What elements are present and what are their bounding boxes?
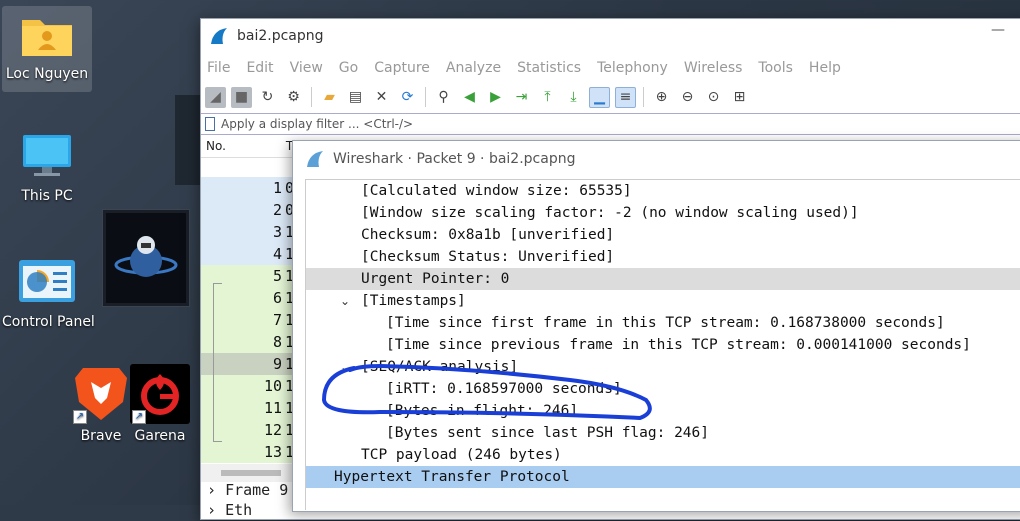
display-filter-input[interactable]: Apply a display filter ... <Ctrl-/> bbox=[221, 117, 413, 131]
menu-help[interactable]: Help bbox=[809, 60, 841, 76]
packet-window-title: Wireshark · Packet 9 · bai2.pcapng bbox=[333, 151, 576, 167]
desktop-icon-label: Loc Nguyen bbox=[5, 66, 89, 82]
packet-row[interactable]: 41 bbox=[201, 243, 293, 265]
detail-eth-item[interactable]: › Eth bbox=[201, 501, 301, 521]
packet-row[interactable]: 31 bbox=[201, 221, 293, 243]
resize-columns-icon[interactable]: ⊞ bbox=[729, 87, 750, 108]
close-file-icon[interactable]: ✕ bbox=[371, 87, 392, 108]
tree-item[interactable]: [Calculated window size: 65535] bbox=[306, 180, 1020, 202]
tree-item-expandable[interactable]: [Timestamps] bbox=[306, 290, 1020, 312]
menu-wireless[interactable]: Wireless bbox=[684, 60, 743, 76]
monitor-icon bbox=[23, 135, 71, 176]
packet-row[interactable]: 20 bbox=[201, 199, 293, 221]
stop-capture-icon[interactable]: ■ bbox=[231, 86, 252, 108]
tree-item[interactable]: [Checksum Status: Unverified] bbox=[306, 246, 1020, 268]
find-packet-search-icon[interactable]: ⚲ bbox=[433, 87, 454, 108]
tree-item-irtt[interactable]: [iRTT: 0.168597000 seconds] bbox=[306, 378, 1020, 400]
menu-tools[interactable]: Tools bbox=[758, 60, 793, 76]
wireshark-fin-icon bbox=[307, 151, 323, 167]
desktop-icon-garena[interactable]: ↗ Garena bbox=[115, 364, 205, 444]
packet-row[interactable]: 10 bbox=[201, 177, 293, 199]
desktop-icon-label: Garena bbox=[134, 428, 186, 444]
column-no[interactable]: No. bbox=[206, 139, 226, 153]
restart-capture-icon[interactable]: ↻ bbox=[257, 87, 278, 108]
desktop-icon-control-panel[interactable]: Control Panel bbox=[2, 258, 95, 330]
desktop-icon-user-folder[interactable]: Loc Nguyen bbox=[2, 6, 92, 92]
save-file-icon[interactable]: ▤ bbox=[345, 87, 366, 108]
window-title: bai2.pcapng bbox=[237, 28, 324, 44]
main-toolbar: ◢ ■ ↻ ⚙ ▰ ▤ ✕ ⟳ ⚲ ◀ ▶ ⇥ ⤒ ⤓ ▁ ≡ ⊕ ⊖ ⊙ ⊞ bbox=[201, 83, 1020, 111]
shortcut-arrow-icon: ↗ bbox=[73, 410, 87, 424]
desktop-icon-label: Control Panel bbox=[2, 314, 95, 330]
packet-detail-window: Wireshark · Packet 9 · bai2.pcapng [Calc… bbox=[292, 140, 1020, 512]
capture-options-gear-icon[interactable]: ⚙ bbox=[283, 87, 304, 108]
reload-file-icon[interactable]: ⟳ bbox=[397, 87, 418, 108]
toolbar-separator bbox=[425, 87, 426, 107]
open-file-folder-icon[interactable]: ▰ bbox=[319, 87, 340, 108]
go-last-packet-icon[interactable]: ⤓ bbox=[563, 87, 584, 108]
conversation-bracket bbox=[213, 283, 222, 442]
menu-telephony[interactable]: Telephony bbox=[597, 60, 668, 76]
go-back-arrow-icon[interactable]: ◀ bbox=[459, 87, 480, 108]
astronaut-icon bbox=[114, 236, 178, 277]
packet-list-scrollbar[interactable] bbox=[201, 464, 293, 482]
zoom-out-icon[interactable]: ⊖ bbox=[677, 87, 698, 108]
wireshark-fin-icon bbox=[211, 28, 227, 44]
packet-window-titlebar: Wireshark · Packet 9 · bai2.pcapng bbox=[293, 141, 1020, 177]
packet-detail-tree: [Calculated window size: 65535] [Window … bbox=[305, 179, 1020, 510]
auto-scroll-icon[interactable]: ▁ bbox=[589, 86, 610, 108]
zoom-in-icon[interactable]: ⊕ bbox=[651, 87, 672, 108]
menu-edit[interactable]: Edit bbox=[246, 60, 273, 76]
scrollbar-thumb[interactable] bbox=[221, 470, 281, 476]
packet-detail-pane: › Frame 9 › Eth bbox=[201, 481, 301, 521]
desktop-icon-label: This PC bbox=[21, 188, 73, 204]
tree-item[interactable]: Checksum: 0x8a1b [unverified] bbox=[306, 224, 1020, 246]
toolbar-separator bbox=[643, 87, 644, 107]
control-panel-icon bbox=[19, 260, 75, 302]
packet-row[interactable]: 13 1 bbox=[201, 441, 293, 463]
tree-item[interactable]: [Window size scaling factor: -2 (no wind… bbox=[306, 202, 1020, 224]
menu-analyze[interactable]: Analyze bbox=[446, 60, 501, 76]
toolbar-separator bbox=[311, 87, 312, 107]
menu-go[interactable]: Go bbox=[339, 60, 358, 76]
desktop-icon-this-pc[interactable]: This PC bbox=[2, 132, 92, 204]
minimize-icon[interactable]: — bbox=[991, 22, 1005, 38]
detail-frame-item[interactable]: › Frame 9 bbox=[201, 481, 301, 501]
tree-item[interactable]: TCP payload (246 bytes) bbox=[306, 444, 1020, 466]
start-capture-fin-icon[interactable]: ◢ bbox=[205, 86, 226, 108]
tree-item-selected[interactable]: Hypertext Transfer Protocol bbox=[306, 466, 1020, 488]
colorize-list-icon[interactable]: ≡ bbox=[615, 86, 636, 108]
tree-item[interactable]: [Bytes sent since last PSH flag: 246] bbox=[306, 422, 1020, 444]
menu-file[interactable]: File bbox=[207, 60, 230, 76]
menu-bar: File Edit View Go Capture Analyze Statis… bbox=[201, 53, 1020, 83]
main-titlebar: bai2.pcapng — bbox=[201, 19, 1020, 53]
tree-item[interactable]: [Bytes in flight: 246] bbox=[306, 400, 1020, 422]
user-folder-icon bbox=[22, 20, 72, 56]
bookmark-filter-icon[interactable] bbox=[205, 117, 215, 131]
tree-group-timestamps[interactable]: ⌄ [Timestamps] bbox=[306, 290, 1020, 312]
menu-view[interactable]: View bbox=[290, 60, 323, 76]
menu-capture[interactable]: Capture bbox=[374, 60, 430, 76]
menu-statistics[interactable]: Statistics bbox=[517, 60, 581, 76]
zoom-reset-icon[interactable]: ⊙ bbox=[703, 87, 724, 108]
tree-group-seq-ack[interactable]: ⌄ [SEQ/ACK analysis] bbox=[306, 356, 1020, 378]
tree-item[interactable]: [Time since first frame in this TCP stre… bbox=[306, 312, 1020, 334]
go-first-packet-icon[interactable]: ⤒ bbox=[537, 87, 558, 108]
tree-item-hover[interactable]: Urgent Pointer: 0 bbox=[306, 268, 1020, 290]
tree-item-expandable[interactable]: [SEQ/ACK analysis] bbox=[306, 356, 1020, 378]
shortcut-arrow-icon: ↗ bbox=[132, 410, 146, 424]
tree-group-http[interactable]: › Hypertext Transfer Protocol bbox=[306, 466, 1020, 488]
go-to-packet-icon[interactable]: ⇥ bbox=[511, 87, 532, 108]
wireshark-desktop-shortcut[interactable] bbox=[103, 210, 189, 306]
go-forward-arrow-icon[interactable]: ▶ bbox=[485, 87, 506, 108]
display-filter-bar[interactable]: Apply a display filter ... <Ctrl-/> bbox=[201, 113, 1020, 135]
tree-item[interactable]: [Time since previous frame in this TCP s… bbox=[306, 334, 1020, 356]
